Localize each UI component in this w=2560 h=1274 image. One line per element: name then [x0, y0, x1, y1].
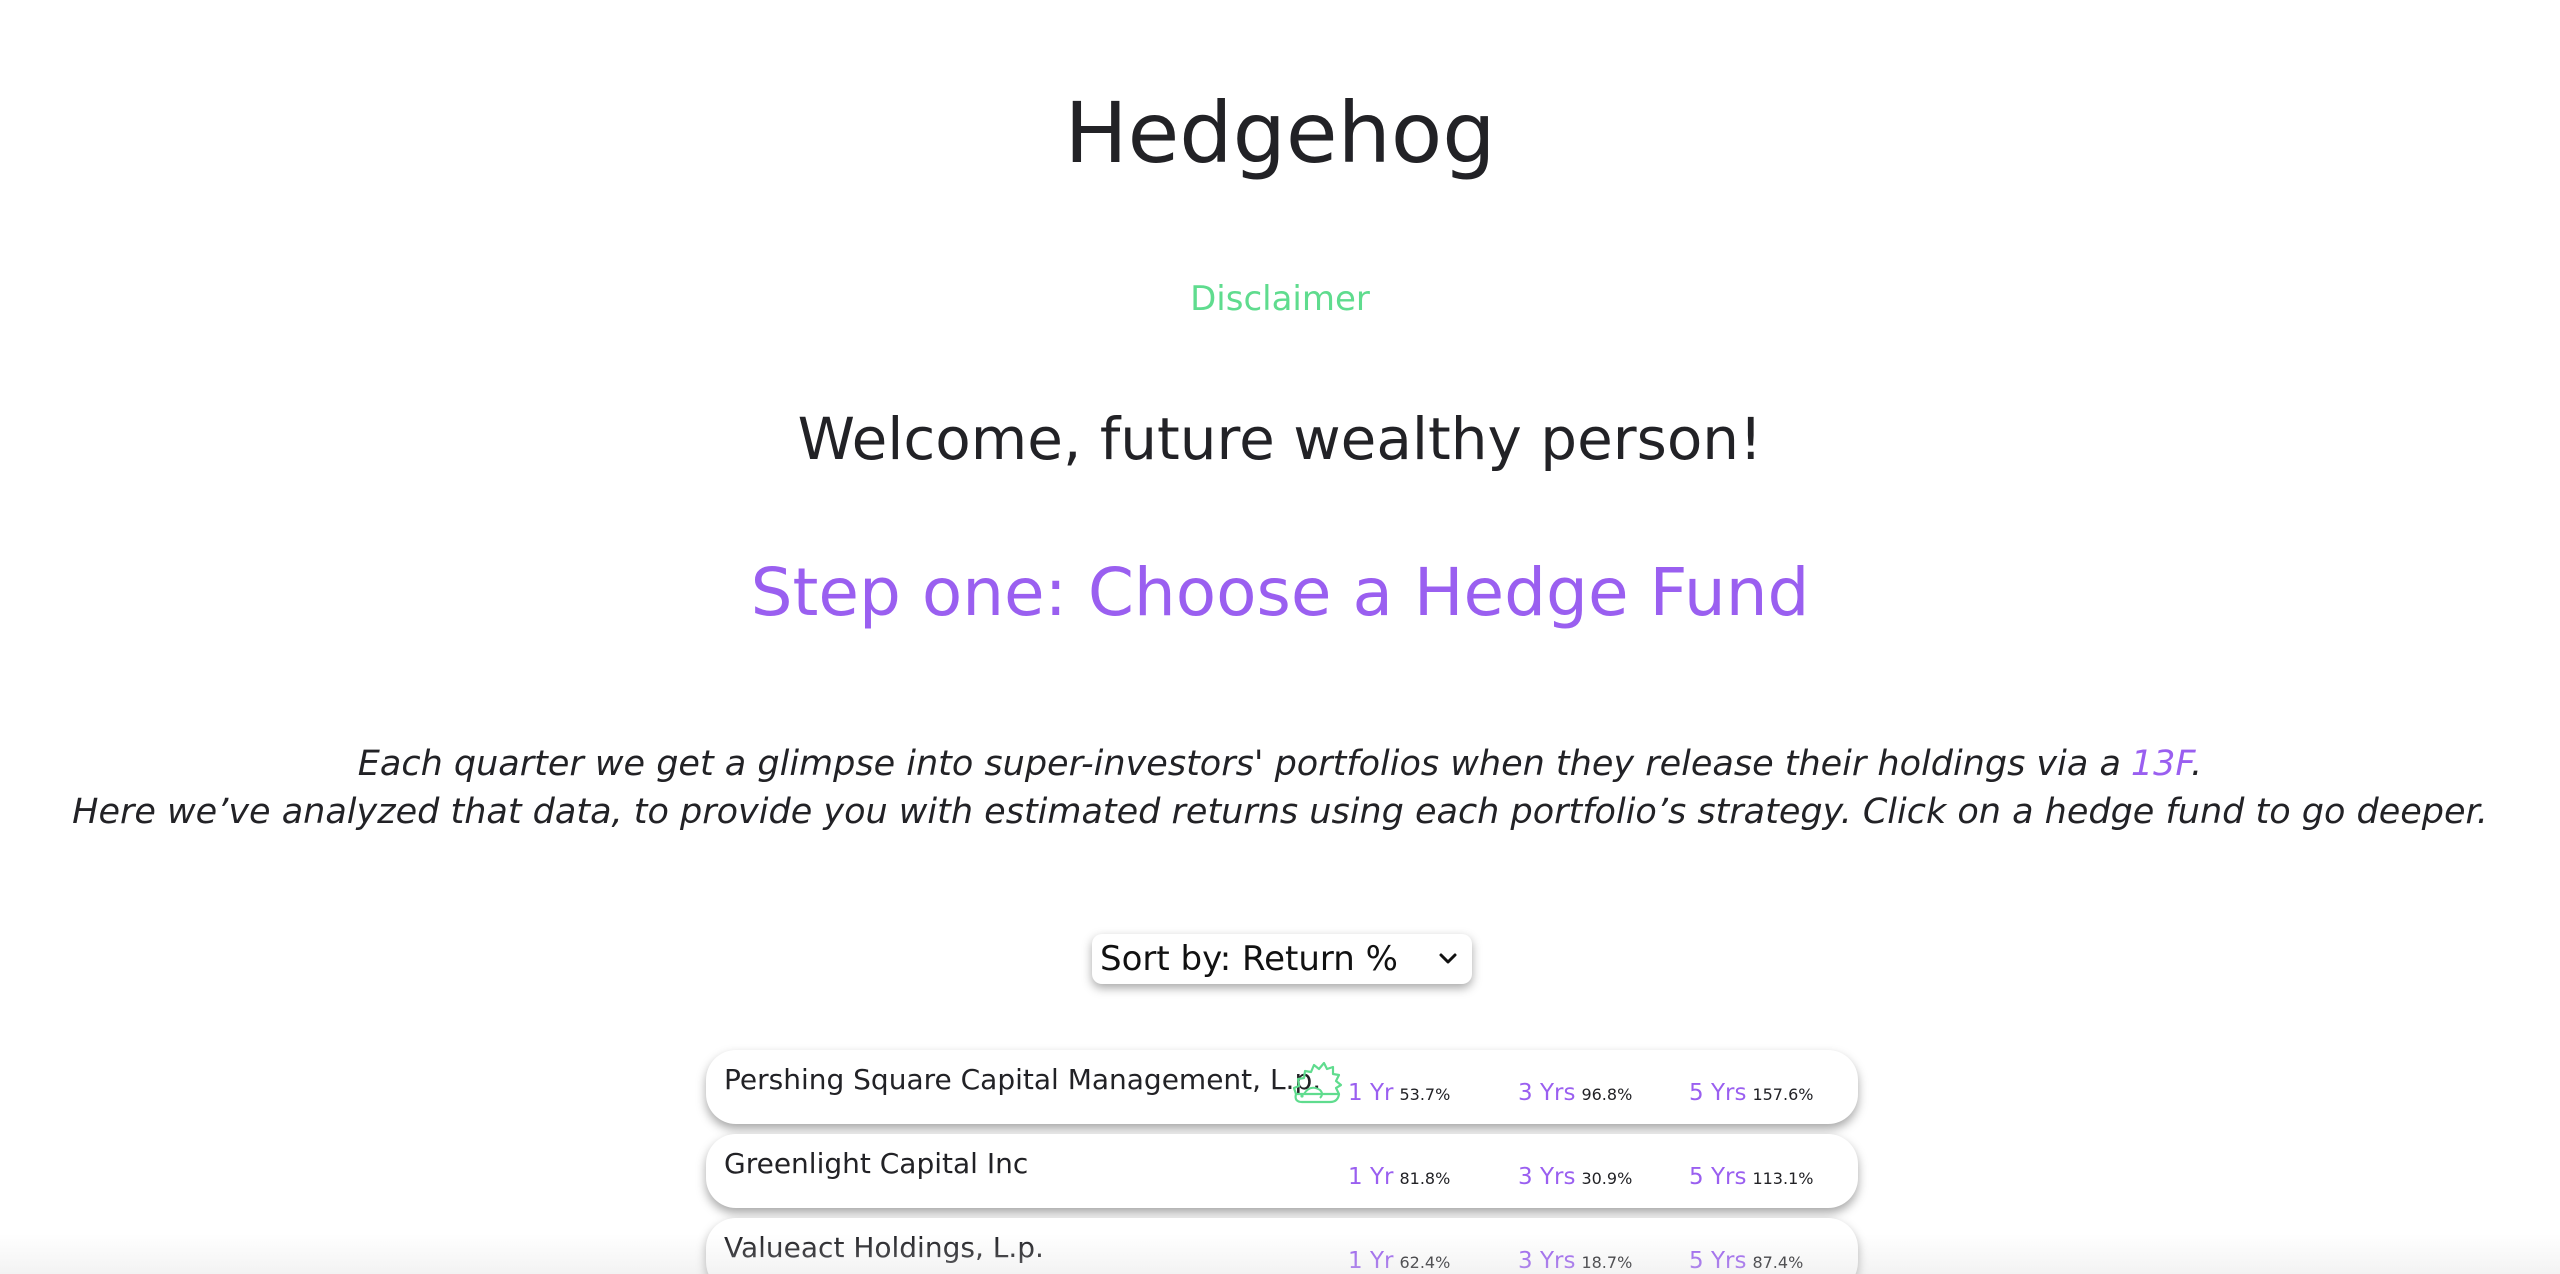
- welcome-heading: Welcome, future wealthy person!: [797, 405, 1763, 473]
- return-3yr-label: 3 Yrs: [1518, 1164, 1576, 1190]
- intro-line-1: Each quarter we get a glimpse into super…: [0, 740, 2560, 788]
- step-heading: Step one: Choose a Hedge Fund: [750, 554, 1810, 631]
- hedgehog-icon: [1292, 1061, 1343, 1104]
- fund-row[interactable]: Greenlight Capital Inc 1 Yr 81.8% 3 Yrs 30…: [706, 1134, 1858, 1208]
- fund-row[interactable]: Pershing Square Capital Management, L.p.…: [706, 1050, 1858, 1124]
- fund-list: Pershing Square Capital Management, L.p.…: [706, 1050, 1858, 1274]
- return-5yr-value: 113.1%: [1752, 1169, 1814, 1188]
- return-3yr: 3 Yrs 30.9%: [1518, 1164, 1632, 1190]
- return-3yr: 3 Yrs 18.7%: [1518, 1248, 1632, 1274]
- intro-line-2: Here we’ve analyzed that data, to provid…: [72, 792, 2488, 832]
- return-1yr: 1 Yr 53.7%: [1348, 1080, 1450, 1106]
- return-5yr-value: 157.6%: [1752, 1085, 1814, 1104]
- 13f-link[interactable]: 13F: [2121, 744, 2191, 784]
- fund-name: Pershing Square Capital Management, L.p.: [724, 1063, 1322, 1096]
- return-1yr-value: 53.7%: [1399, 1085, 1451, 1104]
- return-1yr-label: 1 Yr: [1348, 1164, 1394, 1190]
- return-3yr-value: 96.8%: [1581, 1085, 1633, 1104]
- fund-row[interactable]: Valueact Holdings, L.p. 1 Yr 62.4% 3 Yrs 1…: [706, 1218, 1858, 1274]
- return-1yr-value: 62.4%: [1399, 1253, 1451, 1272]
- site-title: Hedgehog: [1064, 84, 1496, 182]
- return-5yr-label: 5 Yrs: [1689, 1248, 1747, 1274]
- return-1yr: 1 Yr 62.4%: [1348, 1248, 1450, 1274]
- sort-select-value: Sort by: Return %: [1100, 939, 1398, 979]
- sort-select[interactable]: Sort by: Return %: [1092, 934, 1472, 984]
- intro-text: Each quarter we get a glimpse into super…: [0, 740, 2560, 836]
- return-5yr: 5 Yrs 87.4%: [1689, 1248, 1803, 1274]
- disclaimer-link[interactable]: Disclaimer: [0, 276, 2560, 322]
- return-3yr: 3 Yrs 96.8%: [1518, 1080, 1632, 1106]
- return-3yr-value: 18.7%: [1581, 1253, 1633, 1272]
- fund-name: Greenlight Capital Inc: [724, 1147, 1029, 1180]
- fund-name: Valueact Holdings, L.p.: [724, 1231, 1044, 1264]
- return-3yr-label: 3 Yrs: [1518, 1080, 1576, 1106]
- return-1yr: 1 Yr 81.8%: [1348, 1164, 1450, 1190]
- return-3yr-value: 30.9%: [1581, 1169, 1633, 1188]
- return-1yr-label: 1 Yr: [1348, 1080, 1394, 1106]
- intro-line-1-end: .: [2191, 744, 2203, 784]
- return-5yr-value: 87.4%: [1752, 1253, 1804, 1272]
- return-3yr-label: 3 Yrs: [1518, 1248, 1576, 1274]
- return-5yr: 5 Yrs 113.1%: [1689, 1164, 1813, 1190]
- chevron-down-icon: [1439, 953, 1457, 964]
- page: Hedgehog Disclaimer Welcome, future weal…: [0, 0, 2560, 1274]
- intro-line-1-text: Each quarter we get a glimpse into super…: [357, 744, 2121, 784]
- return-1yr-label: 1 Yr: [1348, 1248, 1394, 1274]
- return-5yr-label: 5 Yrs: [1689, 1164, 1747, 1190]
- return-5yr: 5 Yrs 157.6%: [1689, 1080, 1813, 1106]
- return-1yr-value: 81.8%: [1399, 1169, 1451, 1188]
- return-5yr-label: 5 Yrs: [1689, 1080, 1747, 1106]
